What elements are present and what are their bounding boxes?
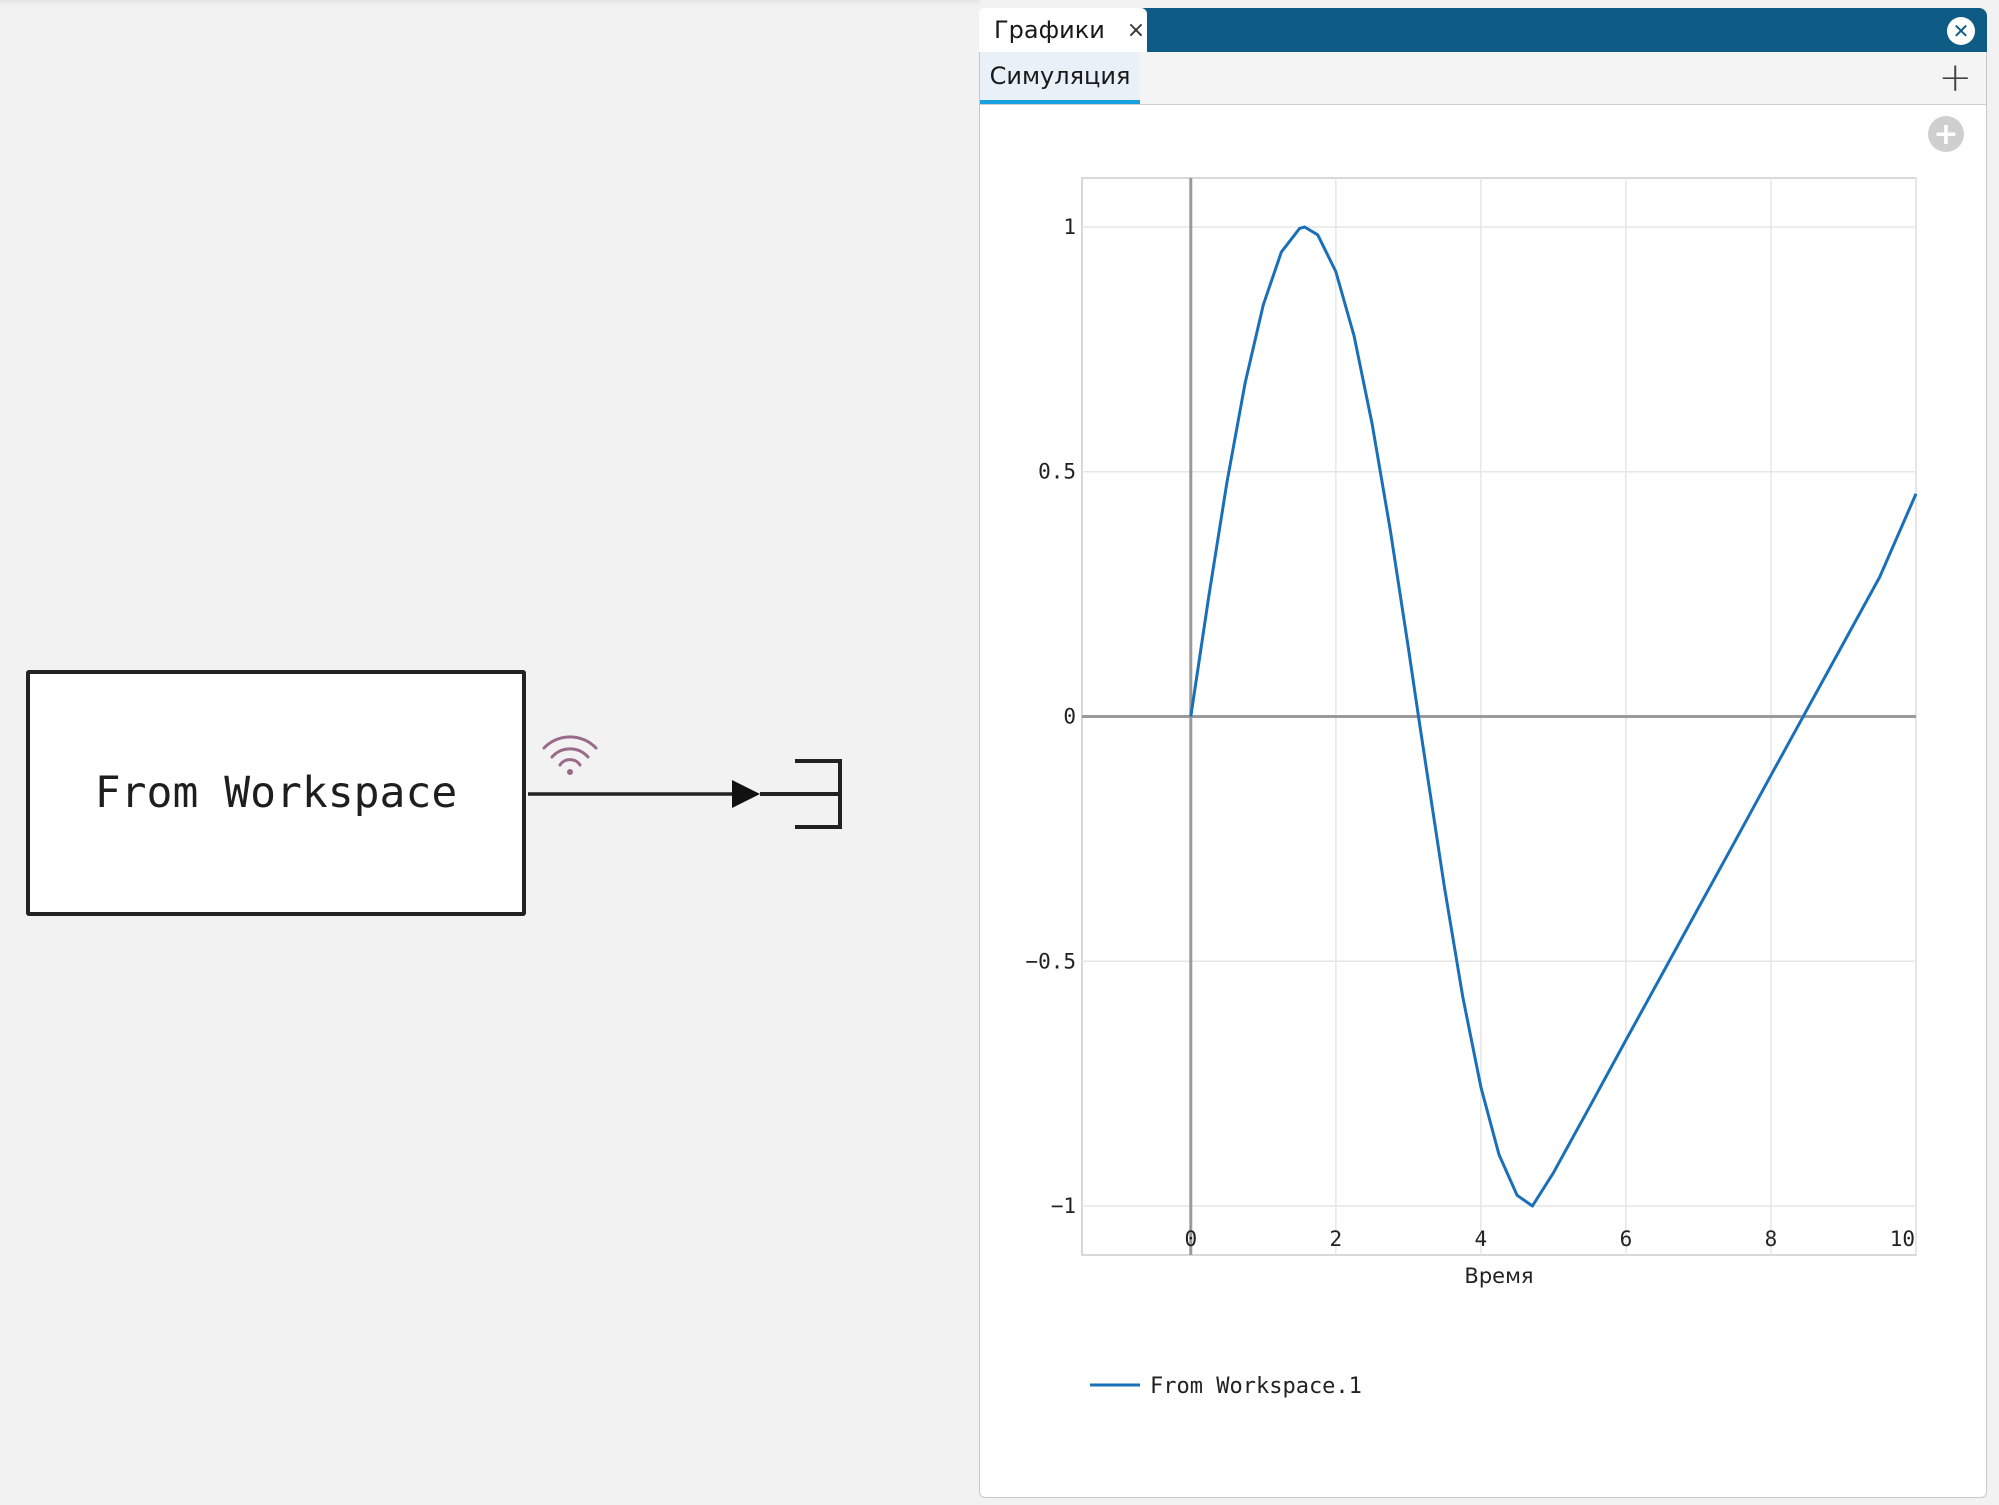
x-tick-label: 10 bbox=[1890, 1227, 1915, 1251]
y-tick-label: 0 bbox=[1063, 705, 1076, 729]
y-tick-label: 0.5 bbox=[1038, 460, 1076, 484]
terminator-bracket-icon[interactable] bbox=[760, 759, 842, 829]
diagram-connections bbox=[528, 735, 842, 829]
wifi-signal-icon bbox=[542, 735, 598, 775]
plots-panel: Графики × ✕ Симуляция + + 1 0.5 0 −0.5 −1 0 2 4… bbox=[979, 8, 1987, 1498]
x-tick-label: 4 bbox=[1475, 1227, 1488, 1251]
tab-close-icon[interactable]: × bbox=[1127, 18, 1145, 43]
panel-body: Симуляция + + 1 0.5 0 −0.5 −1 0 2 4 6 8 10 Время Fro… bbox=[979, 52, 1987, 1498]
close-panel-icon[interactable]: ✕ bbox=[1947, 17, 1975, 45]
x-tick-label: 2 bbox=[1329, 1227, 1342, 1251]
tab-graphs-label: Графики bbox=[994, 16, 1105, 44]
y-tick-label: −0.5 bbox=[1025, 949, 1076, 973]
signal-arrowhead bbox=[732, 780, 760, 808]
x-axis-title: Время bbox=[1464, 1264, 1533, 1288]
line-chart[interactable]: 1 0.5 0 −0.5 −1 0 2 4 6 8 10 Время From Workspace.1 bbox=[980, 52, 1986, 1498]
panel-header: Графики × ✕ bbox=[979, 8, 1987, 52]
tab-graphs[interactable]: Графики × bbox=[979, 8, 1147, 52]
legend-label: From Workspace.1 bbox=[1150, 1374, 1362, 1399]
x-tick-label: 6 bbox=[1620, 1227, 1633, 1251]
x-tick-label: 0 bbox=[1184, 1227, 1197, 1251]
x-tick-label: 8 bbox=[1765, 1227, 1778, 1251]
y-tick-label: 1 bbox=[1063, 215, 1076, 239]
y-tick-label: −1 bbox=[1051, 1194, 1076, 1218]
